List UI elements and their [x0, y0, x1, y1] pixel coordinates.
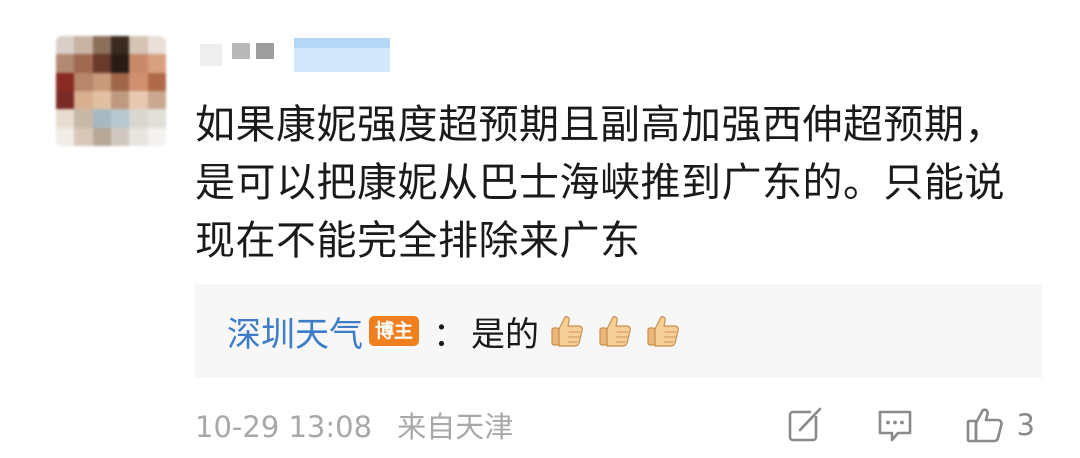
- reply-colon: ：: [433, 314, 467, 355]
- avatar[interactable]: [56, 36, 166, 146]
- share-icon[interactable]: [785, 405, 825, 445]
- comment-icon[interactable]: [875, 405, 915, 445]
- comment-footer: 10-29 13:08 来自天津 3: [195, 400, 1055, 450]
- reply-text: 是的: [471, 314, 539, 355]
- comment-source: 来自天津: [397, 410, 514, 444]
- thumbs-up-emoji-icon: [599, 316, 631, 347]
- comment-time: 10-29 13:08: [195, 410, 373, 444]
- username[interactable]: [200, 38, 390, 72]
- comment-text: 如果康妮强度超预期且副高加强西伸超预期， 是可以把康妮从巴士海峡推到广东的。只能…: [195, 96, 1055, 270]
- blogger-badge: 博主: [369, 316, 419, 346]
- reply-author-link[interactable]: 深圳天气: [227, 307, 363, 356]
- comment-line: 现在不能完全排除来广东: [195, 218, 641, 264]
- thumbs-up-emoji-group: [549, 313, 693, 349]
- username-blur-block: [294, 38, 390, 72]
- username-blur-block: [256, 43, 274, 59]
- like-count: 3: [1016, 408, 1035, 442]
- thumbs-up-emoji-icon: [551, 316, 583, 347]
- comment-line: 是可以把康妮从巴士海峡推到广东的。只能说: [195, 160, 1005, 206]
- username-blur-block: [232, 43, 250, 59]
- comment-meta: 10-29 13:08 来自天津: [195, 404, 513, 446]
- comment-line: 如果康妮强度超预期且副高加强西伸超预期，: [195, 102, 1005, 148]
- thumbs-up-emoji-icon: [647, 316, 679, 347]
- like-icon[interactable]: [965, 405, 1005, 445]
- comment-actions: 3: [735, 400, 1035, 450]
- username-blur-block: [200, 44, 222, 66]
- comment-card: 如果康妮强度超预期且副高加强西伸超预期， 是可以把康妮从巴士海峡推到广东的。只能…: [0, 0, 1080, 458]
- reply-box[interactable]: 深圳天气 博主 ： 是的: [195, 284, 1042, 378]
